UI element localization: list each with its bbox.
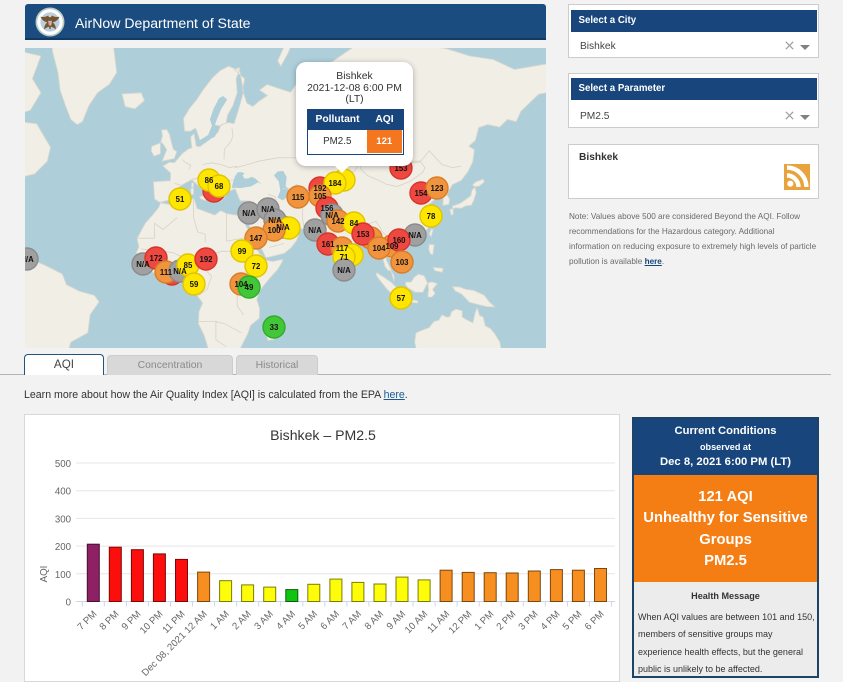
svg-text:86: 86 <box>205 176 214 185</box>
svg-text:160: 160 <box>392 236 406 245</box>
svg-text:184: 184 <box>328 179 342 188</box>
svg-text:N/A: N/A <box>261 205 275 214</box>
svg-text:Bishkek – PM2.5: Bishkek – PM2.5 <box>270 427 376 443</box>
svg-text:3 AM: 3 AM <box>252 609 275 632</box>
svg-text:3 PM: 3 PM <box>517 609 541 633</box>
svg-text:10 PM: 10 PM <box>138 609 166 637</box>
svg-text:100: 100 <box>55 570 72 581</box>
svg-text:71: 71 <box>340 253 349 262</box>
svg-text:N/A: N/A <box>408 231 422 240</box>
svg-text:84: 84 <box>350 219 359 228</box>
svg-text:78: 78 <box>427 212 436 221</box>
svg-text:N/A: N/A <box>136 260 150 269</box>
svg-text:1 AM: 1 AM <box>208 609 231 632</box>
svg-text:142: 142 <box>331 217 345 226</box>
svg-text:99: 99 <box>238 247 247 256</box>
svg-text:33: 33 <box>270 323 279 332</box>
svg-text:51: 51 <box>176 195 185 204</box>
svg-text:6 AM: 6 AM <box>319 609 342 632</box>
svg-text:12 PM: 12 PM <box>447 609 475 637</box>
svg-text:8 AM: 8 AM <box>363 609 386 632</box>
svg-text:117: 117 <box>336 244 349 253</box>
svg-text:103: 103 <box>395 258 409 267</box>
svg-text:4 AM: 4 AM <box>275 609 298 632</box>
svg-text:7 AM: 7 AM <box>341 609 364 632</box>
svg-text:300: 300 <box>55 514 72 525</box>
svg-text:N/A: N/A <box>337 266 351 275</box>
svg-text:1 PM: 1 PM <box>473 609 497 633</box>
svg-text:161: 161 <box>321 240 335 249</box>
svg-text:N/A: N/A <box>242 209 256 218</box>
svg-text:200: 200 <box>55 542 72 553</box>
svg-text:172: 172 <box>149 254 163 263</box>
svg-text:49: 49 <box>245 283 254 292</box>
svg-text:85: 85 <box>184 261 193 270</box>
svg-text:400: 400 <box>55 487 72 498</box>
svg-text:8 PM: 8 PM <box>98 609 122 633</box>
svg-text:N/A: N/A <box>25 255 34 264</box>
svg-text:2 AM: 2 AM <box>230 609 253 632</box>
svg-text:72: 72 <box>252 262 261 271</box>
svg-text:500: 500 <box>55 459 72 470</box>
svg-text:153: 153 <box>356 230 370 239</box>
svg-text:5 PM: 5 PM <box>561 609 585 633</box>
svg-text:4 PM: 4 PM <box>539 609 563 633</box>
svg-text:11 AM: 11 AM <box>426 609 453 636</box>
svg-text:0: 0 <box>66 598 72 609</box>
svg-text:192: 192 <box>199 255 213 264</box>
svg-text:5 AM: 5 AM <box>297 609 320 632</box>
svg-text:10 AM: 10 AM <box>403 609 430 636</box>
svg-text:7 PM: 7 PM <box>76 609 100 633</box>
svg-text:59: 59 <box>190 280 199 289</box>
svg-text:6 PM: 6 PM <box>583 609 607 633</box>
svg-text:100: 100 <box>267 226 281 235</box>
svg-text:154: 154 <box>414 189 428 198</box>
svg-text:57: 57 <box>397 294 406 303</box>
svg-text:AQI: AQI <box>39 566 50 583</box>
svg-text:111: 111 <box>160 268 173 277</box>
svg-text:68: 68 <box>215 182 224 191</box>
svg-text:115: 115 <box>292 193 305 202</box>
svg-text:105: 105 <box>313 192 327 201</box>
svg-text:2 PM: 2 PM <box>495 609 519 633</box>
svg-text:147: 147 <box>249 234 262 243</box>
svg-text:123: 123 <box>430 184 444 193</box>
svg-text:N/A: N/A <box>268 216 282 225</box>
svg-text:104: 104 <box>372 244 386 253</box>
svg-text:N/A: N/A <box>308 226 322 235</box>
